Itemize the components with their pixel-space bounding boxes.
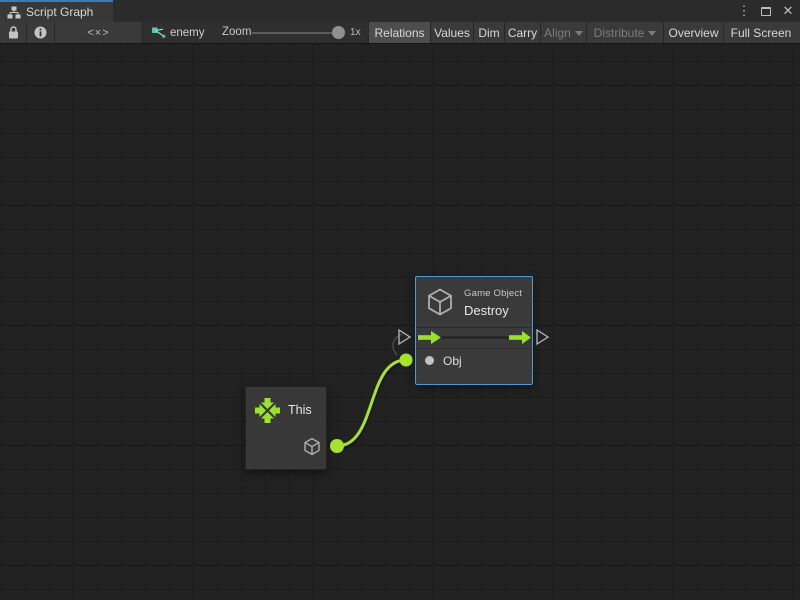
- lock-icon: [8, 26, 19, 39]
- connections-overlay: [0, 44, 800, 600]
- title-bar: Script Graph ⋮ ✕: [0, 0, 800, 22]
- node-destroy[interactable]: Game Object Destroy Obj: [415, 276, 533, 385]
- game-object-output-cube-icon[interactable]: [303, 437, 321, 456]
- tab-title: Script Graph: [26, 5, 93, 19]
- zoom-value: 1x: [350, 27, 361, 38]
- wire-shadow: [337, 363, 406, 449]
- zoom-slider-handle[interactable]: [332, 26, 345, 39]
- graph-toolbar: <×> enemy Zoom 1x Relations Values Dim: [0, 22, 800, 44]
- align-button[interactable]: Align: [541, 22, 587, 43]
- distribute-button[interactable]: Distribute: [587, 22, 664, 43]
- values-button[interactable]: Values: [431, 22, 474, 43]
- node-title: Destroy: [464, 303, 522, 318]
- obj-input-port[interactable]: [425, 356, 434, 365]
- relation-hook-curve: [393, 334, 403, 355]
- flow-input-triangle-port[interactable]: [399, 330, 410, 344]
- window-menu-icon[interactable]: ⋮: [736, 3, 752, 19]
- overview-button[interactable]: Overview: [664, 22, 724, 43]
- lock-button[interactable]: [0, 22, 27, 43]
- relations-button[interactable]: Relations: [369, 22, 431, 43]
- graph-asset-icon: [151, 26, 166, 39]
- node-title: This: [288, 403, 312, 417]
- wire-destination-dot[interactable]: [400, 354, 413, 367]
- dim-button[interactable]: Dim: [474, 22, 505, 43]
- info-icon: [34, 26, 47, 39]
- this-converge-arrows-icon: [254, 397, 281, 424]
- graph-canvas[interactable]: Game Object Destroy Obj: [0, 44, 800, 600]
- close-icon[interactable]: ✕: [780, 3, 796, 19]
- chevron-down-icon: [648, 31, 656, 36]
- flow-input-arrow-icon[interactable]: [418, 331, 441, 344]
- wire-source-dot[interactable]: [330, 439, 344, 453]
- window-controls: ⋮ ✕: [736, 0, 796, 22]
- zoom-slider-track[interactable]: [252, 32, 338, 34]
- node-this[interactable]: This: [245, 386, 327, 470]
- flow-output-arrow-icon[interactable]: [509, 331, 531, 344]
- full-screen-button[interactable]: Full Screen: [724, 22, 798, 43]
- graph-hierarchy-icon: [7, 6, 21, 19]
- code-view-button[interactable]: <×>: [55, 22, 143, 43]
- maximize-icon[interactable]: [758, 3, 774, 19]
- graph-breadcrumb[interactable]: enemy: [145, 22, 211, 43]
- carry-button[interactable]: Carry: [505, 22, 541, 43]
- code-view-icon: <×>: [87, 27, 109, 39]
- node-subtitle: Game Object: [464, 288, 522, 299]
- value-connection-wire[interactable]: [337, 360, 406, 446]
- flow-output-triangle-port[interactable]: [537, 330, 548, 344]
- chevron-down-icon: [575, 31, 583, 36]
- graph-name: enemy: [170, 27, 205, 39]
- script-graph-window: Script Graph ⋮ ✕: [0, 0, 800, 600]
- zoom-label: Zoom: [222, 26, 251, 38]
- obj-port-label: Obj: [443, 354, 462, 368]
- info-button[interactable]: [27, 22, 55, 43]
- game-object-cube-icon: [425, 287, 455, 317]
- tab-script-graph[interactable]: Script Graph: [0, 0, 113, 22]
